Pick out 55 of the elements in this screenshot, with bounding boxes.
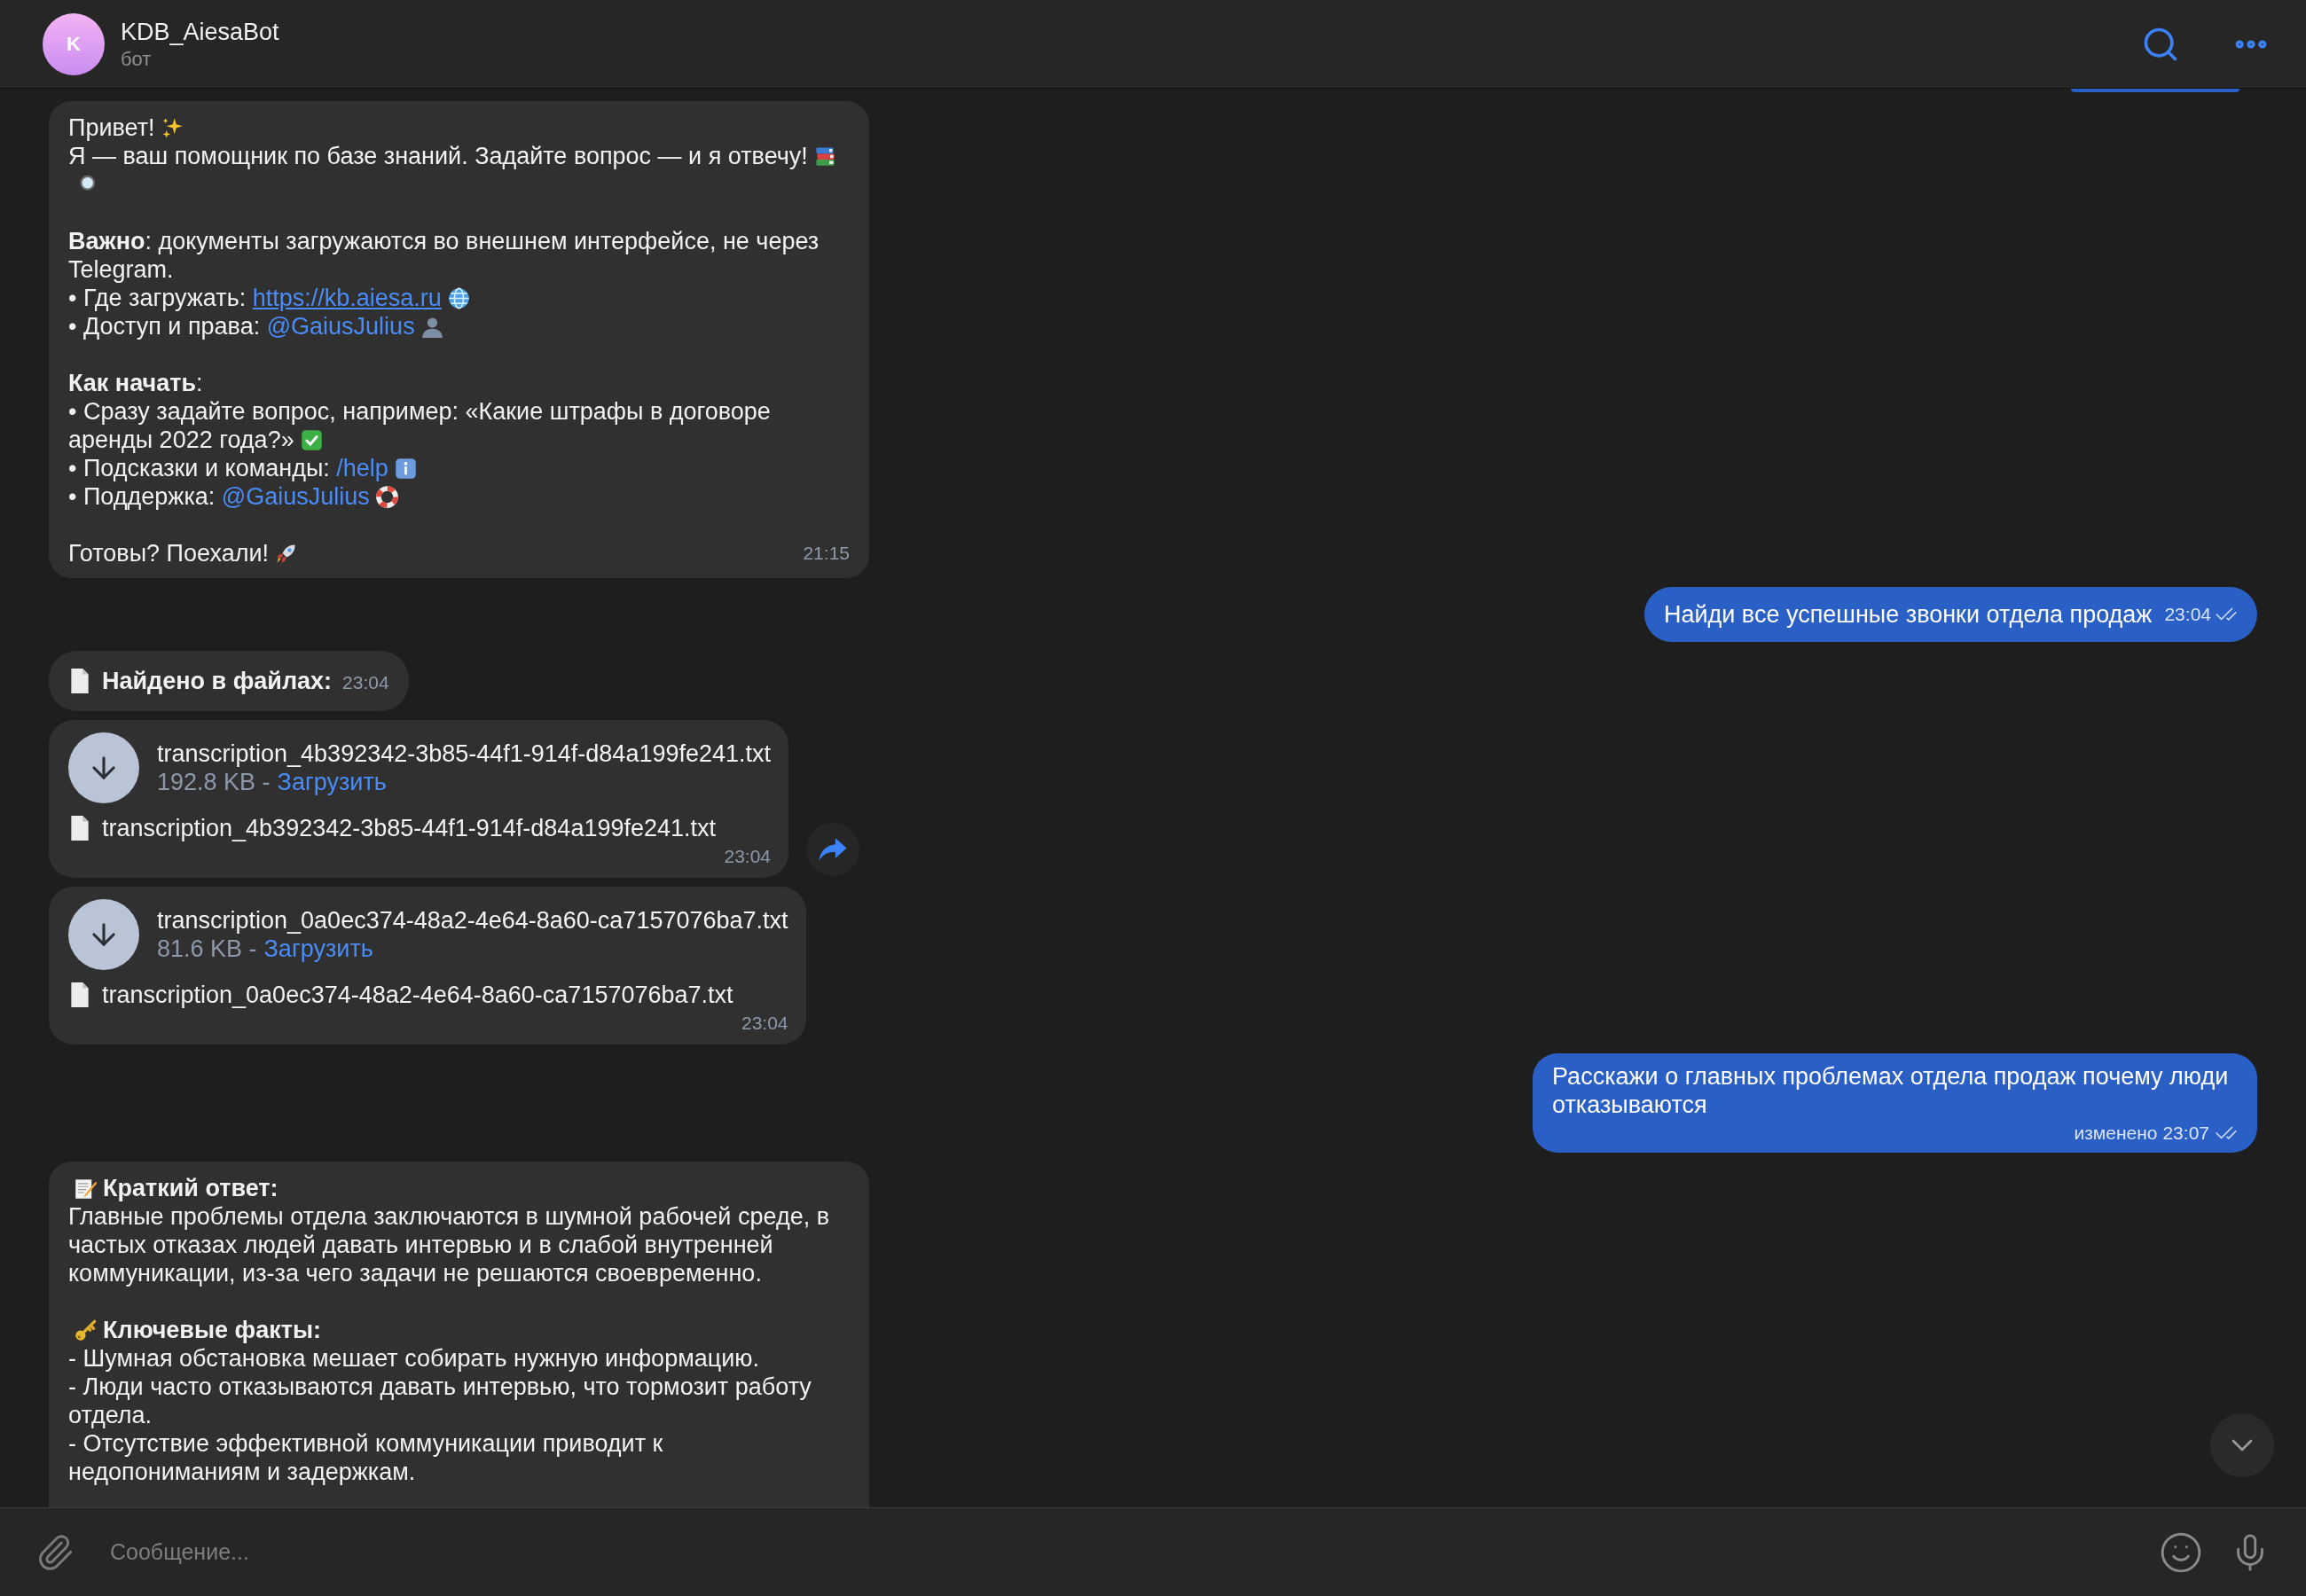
command-link[interactable]: /help xyxy=(336,455,388,481)
globe-icon xyxy=(446,286,471,310)
message-input[interactable]: Сообщение... xyxy=(110,1535,2159,1569)
download-link[interactable]: Загрузить xyxy=(277,768,387,796)
message-text: - Шумная обстановка мешает собирать нужную информацию. xyxy=(68,1344,761,1373)
message-text: - Отсутствие эффективной коммуникации приводит к недопониманиям и задержкам. xyxy=(68,1429,664,1486)
memo-icon xyxy=(74,1177,98,1201)
message-text: Привет! xyxy=(68,113,850,142)
message-text: Как начать: xyxy=(68,369,204,397)
message-time: 21:15 xyxy=(803,542,850,565)
message-text: - Люди часто отказываются давать интервью, что тормозит работу отдела. xyxy=(68,1373,812,1429)
message-text: Готовы? Поехали! xyxy=(68,539,303,567)
checkmark-icon xyxy=(299,428,324,452)
message-text: transcription_0a0ec374-48a2-4e64-8a60-ca7157076ba7.txt xyxy=(102,981,733,1009)
file-name: transcription_4b392342-3b85-44f1-914f-d84a199fe241.txt xyxy=(157,739,772,768)
avatar[interactable]: K xyxy=(43,12,105,75)
file-size: 192.8 KB - xyxy=(157,768,271,796)
message-time: 23:04 xyxy=(342,671,389,694)
message-text: Найди все успешные звонки отдела продаж xyxy=(1663,600,2153,629)
message-time: 23:04 xyxy=(741,1012,788,1035)
message-time: 23:04 xyxy=(2164,603,2211,626)
message-text: • Где загружать: https://kb.aiesa.ru xyxy=(68,284,850,312)
message-time: 23:07 xyxy=(2162,1122,2209,1145)
message-text: Расскажи о главных проблемах отдела продаж почему люди отказываются xyxy=(1552,1062,2230,1119)
rocket-icon xyxy=(274,542,298,566)
document-icon xyxy=(68,982,91,1008)
mention-link[interactable]: @GaiusJulius xyxy=(221,483,370,510)
message-text: Важно: документы загружаются во внешнем интерфейсе, не через Telegram. xyxy=(68,227,820,284)
message-text: Главные проблемы отдела заключаются в шумной рабочей среде, в частых отказах людей давать интервью и в слабой внутренней коммуникации, из-за чего задачи не решаются своевременно. xyxy=(68,1202,830,1287)
message-composer[interactable]: Сообщение... xyxy=(0,1507,2306,1596)
forward-icon xyxy=(818,836,849,863)
message-text: Я — ваш помощник по базе знаний. Задайте вопрос — и я отвечу! xyxy=(68,142,850,199)
message-text: • Доступ и права: @GaiusJulius xyxy=(68,312,850,340)
message-text: Найдено в файлах: xyxy=(102,667,333,695)
message-text: transcription_4b392342-3b85-44f1-914f-d84a199fe241.txt xyxy=(102,814,717,842)
file-name: transcription_0a0ec374-48a2-4e64-8a60-ca7157076ba7.txt xyxy=(157,906,788,935)
info-icon xyxy=(393,457,418,481)
person-icon xyxy=(420,315,444,339)
mention-link[interactable]: @GaiusJulius xyxy=(266,313,415,340)
edited-label: изменено xyxy=(2074,1122,2158,1145)
document-icon xyxy=(68,815,91,841)
file-size: 81.6 KB - xyxy=(157,935,257,963)
download-link[interactable]: Загрузить xyxy=(263,935,373,963)
message-text: • Сразу задайте вопрос, например: «Какие штрафы в договоре аренды 2022 года?» xyxy=(68,397,772,454)
document-icon xyxy=(68,668,91,694)
message-text: • Поддержка: @GaiusJulius xyxy=(68,482,850,511)
message-time: 23:04 xyxy=(724,845,772,868)
message-text: Ключевые факты: xyxy=(68,1316,850,1344)
lifebuoy-icon xyxy=(374,485,399,509)
message-text: • Подсказки и команды: /help xyxy=(68,454,850,482)
message-text: Краткий ответ: xyxy=(68,1174,850,1202)
link[interactable]: https://kb.aiesa.ru xyxy=(252,285,442,311)
chat-subtitle: бот xyxy=(121,46,153,72)
chat-title: KDB_AiesaBot xyxy=(121,17,279,47)
key-icon xyxy=(74,1318,98,1342)
